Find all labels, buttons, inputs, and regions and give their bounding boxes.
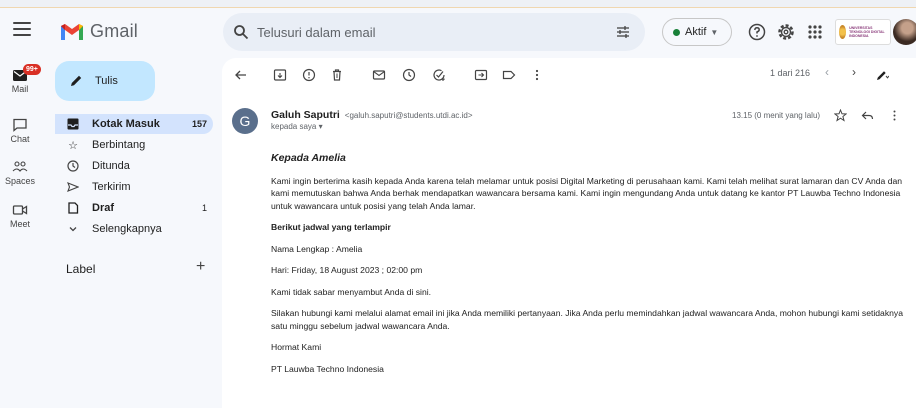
star-icon: ☆ <box>68 139 78 152</box>
sidebar-item-label: Ditunda <box>92 160 130 172</box>
menu-icon[interactable] <box>13 22 31 36</box>
archive-icon[interactable] <box>273 68 287 82</box>
report-spam-icon[interactable] <box>302 68 316 82</box>
rail-item-chat[interactable]: Chat <box>0 118 40 144</box>
star-icon[interactable] <box>834 109 847 122</box>
snooze-icon[interactable] <box>402 68 416 82</box>
draft-icon <box>66 201 80 215</box>
status-dot-icon <box>673 28 680 36</box>
pencil-icon <box>71 75 82 86</box>
clock-icon <box>66 159 80 173</box>
unread-badge: 99+ <box>23 64 41 75</box>
sidebar-item-label: Berbintang <box>92 139 146 151</box>
rail-label-spaces: Spaces <box>4 176 36 186</box>
search-bar[interactable] <box>223 13 645 51</box>
pen-icon[interactable] <box>875 68 889 82</box>
message-panel: 1 dari 216 ‹ › G Galuh Saputri <galuh.sa… <box>222 58 916 408</box>
account-avatar[interactable] <box>893 19 916 45</box>
organization-logo[interactable]: UNIVERSITAS TEKNOLOGI DIGITAL INDONESIA <box>835 19 891 45</box>
message-body: Kepada Amelia Kami ingin berterima kasih… <box>271 152 911 384</box>
recipient-line[interactable]: kepada saya ▾ <box>271 122 323 131</box>
compose-button[interactable]: Tulis <box>55 61 155 101</box>
settings-icon[interactable] <box>777 23 795 41</box>
next-icon[interactable]: › <box>852 65 856 79</box>
rail-item-meet[interactable]: Meet <box>0 203 40 229</box>
rail-item-spaces[interactable]: Spaces <box>0 160 40 186</box>
inbox-count: 157 <box>191 119 207 129</box>
recipient-text: kepada saya <box>271 122 317 131</box>
back-icon[interactable] <box>234 68 248 82</box>
filter-icon[interactable] <box>615 24 631 40</box>
chevron-down-icon: ▾ <box>318 122 323 131</box>
add-label-button[interactable]: + <box>196 258 205 276</box>
search-icon[interactable] <box>233 24 249 40</box>
prev-icon[interactable]: ‹ <box>825 65 829 79</box>
help-icon[interactable] <box>748 23 766 41</box>
labels-heading: Label <box>66 262 96 276</box>
more-icon[interactable] <box>888 109 901 122</box>
organization-logo-text: UNIVERSITAS TEKNOLOGI DIGITAL INDONESIA <box>849 26 885 38</box>
reply-icon[interactable] <box>861 109 874 122</box>
schedule-heading: Berikut jadwal yang terlampir <box>271 222 391 232</box>
full-name-line: Nama Lengkap : Amelia <box>271 243 363 254</box>
chevron-down-icon <box>66 222 80 236</box>
rail-label-chat: Chat <box>10 134 30 144</box>
sidebar-item-sent[interactable]: Terkirim <box>55 177 213 197</box>
signoff-line: Hormat Kami <box>271 342 322 352</box>
gmail-logo[interactable]: Gmail <box>60 21 138 42</box>
mark-unread-icon[interactable] <box>372 68 386 82</box>
sender-name[interactable]: Galuh Saputri <box>271 109 340 121</box>
sidebar-item-inbox[interactable]: Kotak Masuk 157 <box>55 114 213 134</box>
sidebar-item-label: Draf <box>92 202 115 214</box>
message-paragraph: Silakan hubungi kami melalui alamat emai… <box>271 308 903 331</box>
sidebar-item-drafts[interactable]: Draf 1 <box>55 198 213 218</box>
browser-top-strip <box>0 0 916 8</box>
send-icon <box>66 180 80 194</box>
pagination-text: 1 dari 216 <box>770 68 811 78</box>
sidebar-item-more[interactable]: Selengkapnya <box>55 219 213 239</box>
company-line: PT Lauwba Techno Indonesia <box>271 363 384 374</box>
add-task-icon[interactable] <box>432 68 446 82</box>
meet-icon <box>12 205 28 215</box>
message-time: 13.15 (0 menit yang lalu) <box>732 111 821 120</box>
chat-icon <box>13 118 27 132</box>
compose-label: Tulis <box>95 75 118 87</box>
header: Gmail Aktif ▼ <box>0 8 916 58</box>
move-icon[interactable] <box>474 68 488 82</box>
search-input[interactable] <box>257 24 587 40</box>
sender-line: Galuh Saputri <galuh.saputri@students.ut… <box>271 109 473 121</box>
sidebar-item-starred[interactable]: ☆ Berbintang <box>55 135 213 155</box>
spaces-icon <box>12 161 28 172</box>
inbox-icon <box>66 117 80 131</box>
rail-label-meet: Meet <box>9 219 30 229</box>
sidebar-item-label: Selengkapnya <box>92 223 162 235</box>
message-paragraph: Kami ingin berterima kasih kepada Anda k… <box>271 175 903 211</box>
label-icon[interactable] <box>502 68 516 82</box>
rail-label-mail: Mail <box>11 84 29 94</box>
rail-item-mail[interactable]: 99+ Mail <box>0 64 41 94</box>
sidebar-item-label: Kotak Masuk <box>92 118 160 130</box>
status-label: Aktif <box>685 26 707 38</box>
message-greeting: Kepada Amelia <box>271 152 346 164</box>
app-name: Gmail <box>90 21 139 41</box>
university-seal-icon <box>839 25 847 39</box>
sidebar-item-snoozed[interactable]: Ditunda <box>55 156 213 176</box>
date-line: Hari: Friday, 18 August 2023 ; 02:00 pm <box>271 265 423 275</box>
more-icon[interactable] <box>530 68 544 82</box>
sender-avatar[interactable]: G <box>232 108 258 134</box>
closing-line: Kami tidak sabar menyambut Anda di sini. <box>271 286 432 297</box>
drafts-count: 1 <box>201 203 207 213</box>
delete-icon[interactable] <box>330 68 344 82</box>
sidebar-item-label: Terkirim <box>92 181 131 193</box>
apps-icon[interactable] <box>806 23 824 41</box>
chevron-down-icon: ▼ <box>710 27 719 37</box>
status-dropdown[interactable]: Aktif ▼ <box>662 18 732 46</box>
sender-email: <galuh.saputri@students.utdi.ac.id> <box>344 111 473 120</box>
gmail-m-icon <box>61 23 83 40</box>
